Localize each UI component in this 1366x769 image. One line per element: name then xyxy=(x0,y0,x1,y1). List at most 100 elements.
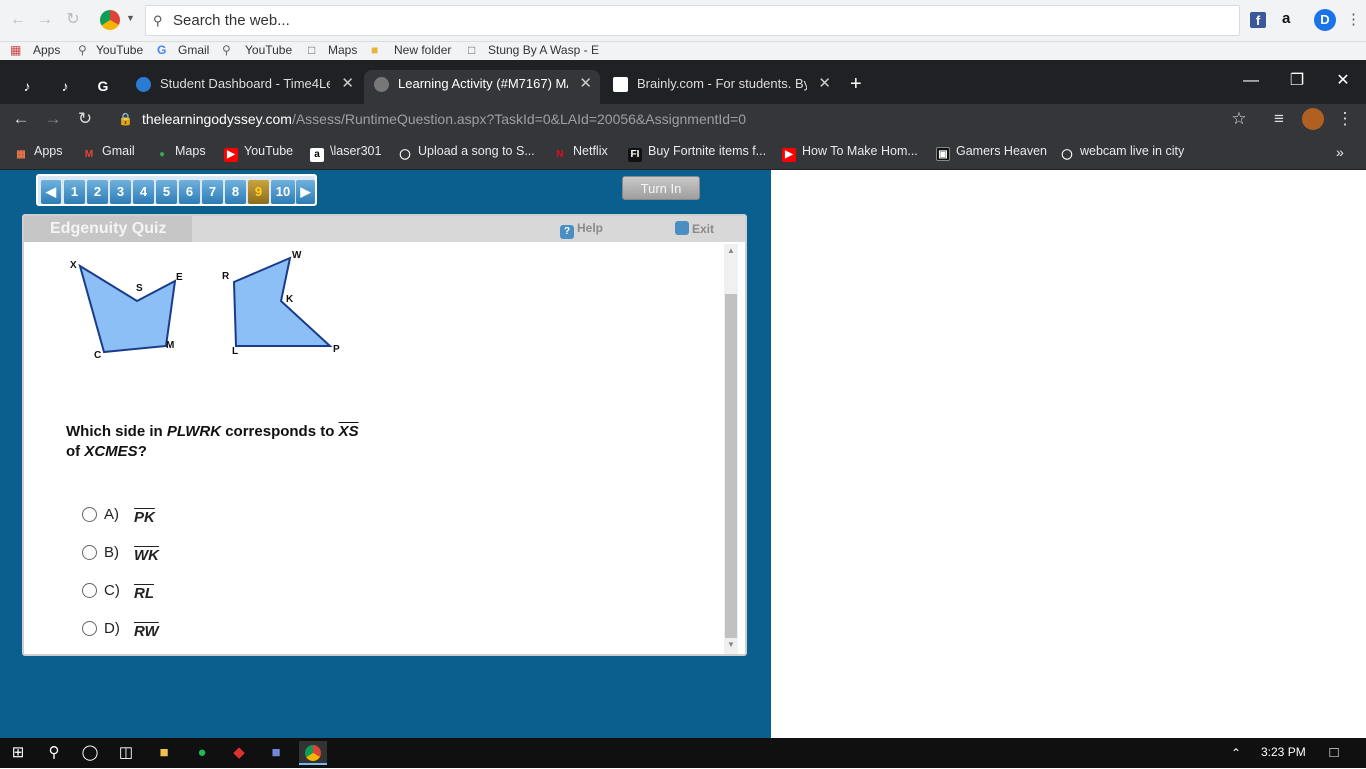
back-icon[interactable]: ← xyxy=(10,108,32,130)
close-window-icon[interactable]: ✕ xyxy=(1320,66,1366,96)
bookmark-gamers-heaven[interactable]: ▣ Gamers Heaven xyxy=(936,144,1047,161)
apps-icon[interactable]: ▦ xyxy=(10,43,21,57)
lock-icon: 🔒 xyxy=(118,112,133,126)
help-icon: ? xyxy=(560,225,574,239)
radio-button[interactable] xyxy=(82,583,97,598)
page-icon: □ xyxy=(468,43,476,57)
quiz-title: Edgenuity Quiz xyxy=(24,216,192,242)
radio-button[interactable] xyxy=(82,507,97,522)
search-icon: ⚲ xyxy=(78,43,87,57)
outer-reload-icon[interactable]: ↻ xyxy=(63,10,83,30)
outer-menu-icon[interactable]: ⋮ xyxy=(1346,10,1361,28)
outer-forward-icon[interactable]: → xyxy=(35,10,55,30)
scroll-up-icon[interactable]: ▲ xyxy=(724,246,738,258)
taskbar-clock[interactable]: 3:23 PM xyxy=(1261,745,1306,759)
scroll-down-icon[interactable]: ▼ xyxy=(724,640,738,652)
file-explorer-icon[interactable]: ■ xyxy=(150,741,178,765)
bookmarks-overflow-icon[interactable]: » xyxy=(1336,144,1344,160)
bookmark-maps[interactable]: ● Maps xyxy=(155,144,206,162)
roblox-icon[interactable]: ◆ xyxy=(225,741,253,765)
quiz-header: Edgenuity Quiz ? Help Exit xyxy=(24,216,745,242)
question-8-button[interactable]: 8 xyxy=(225,180,246,204)
outer-bookmark-new-folder[interactable]: New folder xyxy=(394,43,451,57)
scrollbar[interactable]: ▲ ▼ xyxy=(724,244,738,654)
bookmark-upload-song[interactable]: ◯ Upload a song to S... xyxy=(398,144,534,162)
outer-search-input[interactable]: ⚲ Search the web... xyxy=(145,5,1240,36)
outer-back-icon[interactable]: ← xyxy=(8,10,28,30)
bookmark-laser301[interactable]: a \laser301 xyxy=(310,144,381,162)
profile-avatar[interactable]: D xyxy=(1314,9,1336,31)
close-icon[interactable]: ✕ xyxy=(579,70,592,98)
notification-icon[interactable]: □ xyxy=(1320,741,1348,765)
amazon-icon[interactable]: a xyxy=(1282,10,1290,27)
facebook-icon[interactable]: f xyxy=(1250,12,1266,28)
task-view-icon[interactable]: ◫ xyxy=(112,741,140,765)
forward-icon[interactable]: → xyxy=(42,108,64,130)
vertex-label: C xyxy=(94,350,101,361)
exit-button[interactable]: Exit xyxy=(675,221,714,236)
question-4-button[interactable]: 4 xyxy=(133,180,154,204)
close-icon[interactable]: ✕ xyxy=(341,70,354,98)
outer-bookmark-maps[interactable]: Maps xyxy=(328,43,357,57)
prev-arrow-icon[interactable]: ◀ xyxy=(41,180,61,204)
outer-bookmark-youtube-2[interactable]: YouTube xyxy=(245,43,292,57)
reload-icon[interactable]: ↻ xyxy=(74,108,96,130)
bookmark-webcam[interactable]: ◯ webcam live in city xyxy=(1060,144,1184,162)
tab-student-dashboard[interactable]: Student Dashboard - Time4Learn ✕ xyxy=(126,70,362,104)
media-icon[interactable]: ≡ xyxy=(1268,108,1290,130)
chevron-up-icon[interactable]: ⌃ xyxy=(1222,741,1250,765)
question-5-button[interactable]: 5 xyxy=(156,180,177,204)
tab-brainly[interactable]: Brainly.com - For students. By stu ✕ xyxy=(603,70,839,104)
vertex-label: L xyxy=(232,346,238,357)
bookmark-fortnite[interactable]: FI Buy Fortnite items f... xyxy=(628,144,766,162)
help-button[interactable]: ? Help xyxy=(560,221,603,239)
question-2-button[interactable]: 2 xyxy=(87,180,108,204)
question-3-button[interactable]: 3 xyxy=(110,180,131,204)
cortana-icon[interactable]: ◯ xyxy=(76,741,104,765)
restore-icon[interactable]: ❐ xyxy=(1274,66,1320,96)
address-bar[interactable]: 🔒 thelearningodyssey.com/Assess/RuntimeQ… xyxy=(110,104,1260,134)
question-9-button[interactable]: 9 xyxy=(248,180,269,204)
google-icon[interactable]: G xyxy=(90,74,116,98)
outer-bookmark-gmail[interactable]: Gmail xyxy=(178,43,209,57)
folder-icon: ■ xyxy=(371,43,379,57)
chevron-down-icon[interactable]: ▼ xyxy=(126,13,135,23)
tiktok-icon[interactable]: ♪ xyxy=(52,74,78,98)
outer-bookmark-youtube[interactable]: YouTube xyxy=(96,43,143,57)
spotify-icon[interactable]: ● xyxy=(188,741,216,765)
windows-start-icon[interactable]: ⊞ xyxy=(4,741,32,765)
maps-icon: ● xyxy=(158,149,166,160)
next-arrow-icon[interactable]: ▶ xyxy=(296,180,315,204)
turn-in-button[interactable]: Turn In xyxy=(622,176,700,200)
chrome-taskbar-icon[interactable] xyxy=(299,741,327,765)
polygon-plwrk xyxy=(232,256,333,347)
outer-bookmark-stung[interactable]: Stung By A Wasp - E xyxy=(488,43,599,57)
game-icon: ▣ xyxy=(936,147,950,161)
menu-icon[interactable]: ⋮ xyxy=(1334,108,1356,130)
bookmark-youtube[interactable]: ▶ YouTube xyxy=(224,144,293,162)
question-6-button[interactable]: 6 xyxy=(179,180,200,204)
minimize-icon[interactable]: — xyxy=(1228,66,1274,96)
scrollbar-thumb[interactable] xyxy=(725,294,737,638)
close-icon[interactable]: ✕ xyxy=(818,70,831,98)
bookmark-gmail[interactable]: M Gmail xyxy=(82,144,135,162)
chrome-logo-icon[interactable] xyxy=(100,10,120,30)
tiktok-icon[interactable]: ♪ xyxy=(14,74,40,98)
bookmark-how-to-make[interactable]: ▶ How To Make Hom... xyxy=(782,144,918,162)
radio-button[interactable] xyxy=(82,621,97,636)
vertex-label: R xyxy=(222,271,230,282)
bookmark-apps[interactable]: ▦ Apps xyxy=(14,144,62,162)
question-1-button[interactable]: 1 xyxy=(64,180,85,204)
tab-learning-activity[interactable]: Learning Activity (#M7167) MA7 ✕ xyxy=(364,70,600,104)
bookmark-netflix[interactable]: N Netflix xyxy=(553,144,607,162)
avatar[interactable] xyxy=(1302,108,1324,130)
new-tab-icon[interactable]: + xyxy=(850,73,862,96)
radio-button[interactable] xyxy=(82,545,97,560)
outer-bookmark-apps[interactable]: Apps xyxy=(33,43,60,57)
search-icon[interactable]: ⚲ xyxy=(40,741,68,765)
brainly-icon xyxy=(613,77,628,92)
question-7-button[interactable]: 7 xyxy=(202,180,223,204)
star-icon[interactable]: ☆ xyxy=(1228,108,1250,130)
question-10-button[interactable]: 10 xyxy=(271,180,295,204)
discord-icon[interactable]: ■ xyxy=(262,741,290,765)
